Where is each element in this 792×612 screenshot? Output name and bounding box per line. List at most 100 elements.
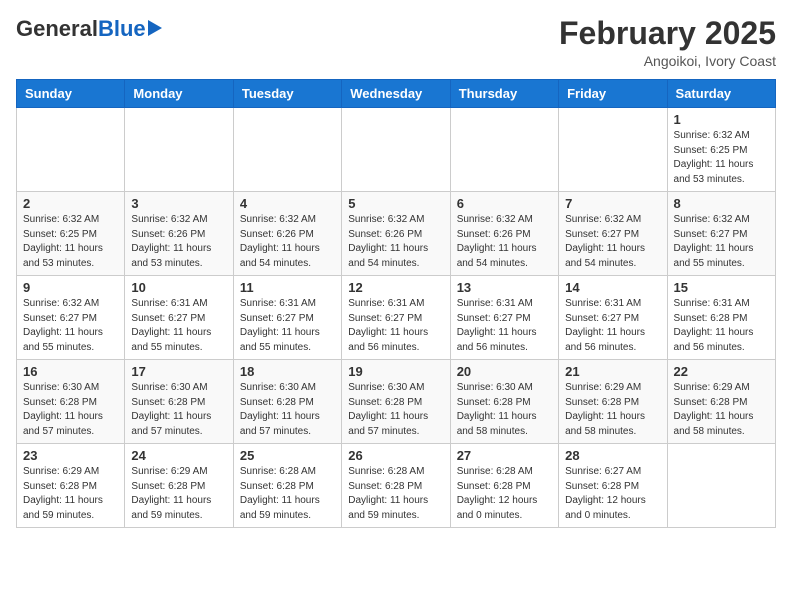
weekday-header-wednesday: Wednesday: [342, 80, 450, 108]
day-number: 17: [131, 364, 226, 379]
weekday-header-friday: Friday: [559, 80, 667, 108]
calendar-cell: [667, 444, 775, 528]
day-info-text: Sunrise: 6:27 AM Sunset: 6:28 PM Dayligh…: [565, 465, 660, 523]
day-info-text: Sunrise: 6:32 AM Sunset: 6:26 PM Dayligh…: [348, 213, 443, 271]
weekday-header-sunday: Sunday: [17, 80, 125, 108]
calendar-cell: 11Sunrise: 6:31 AM Sunset: 6:27 PM Dayli…: [233, 276, 341, 360]
weekday-header-saturday: Saturday: [667, 80, 775, 108]
day-number: 10: [131, 280, 226, 295]
calendar-cell: 22Sunrise: 6:29 AM Sunset: 6:28 PM Dayli…: [667, 360, 775, 444]
day-number: 20: [457, 364, 552, 379]
calendar-cell: 2 Sunrise: 6:32 AM Sunset: 6:25 PM Daylig…: [17, 192, 125, 276]
day-info-text: Sunrise: 6:31 AM Sunset: 6:28 PM Dayligh…: [674, 297, 769, 355]
day-info-text: Sunrise: 6:30 AM Sunset: 6:28 PM Dayligh…: [348, 381, 443, 439]
day-number: 18: [240, 364, 335, 379]
day-info-text: Sunrise: 6:32 AM Sunset: 6:26 PM Dayligh…: [240, 213, 335, 271]
calendar-cell: 27Sunrise: 6:28 AM Sunset: 6:28 PM Dayli…: [450, 444, 558, 528]
day-number: 24: [131, 448, 226, 463]
day-number: 12: [348, 280, 443, 295]
calendar-cell: 12 Sunrise: 6:31 AM Sunset: 6:27 PM Dayli…: [342, 276, 450, 360]
day-number: 5: [348, 196, 443, 211]
day-number: 6: [457, 196, 552, 211]
day-info-text: Sunrise: 6:29 AM Sunset: 6:28 PM Dayligh…: [565, 381, 660, 439]
day-info-text: Sunrise: 6:31 AM Sunset: 6:27 PM Dayligh…: [457, 297, 552, 355]
calendar-cell: 25Sunrise: 6:28 AM Sunset: 6:28 PM Dayli…: [233, 444, 341, 528]
weekday-header-tuesday: Tuesday: [233, 80, 341, 108]
weekday-header-row: SundayMondayTuesdayWednesdayThursdayFrid…: [17, 80, 776, 108]
calendar-cell: [559, 108, 667, 192]
weekday-header-monday: Monday: [125, 80, 233, 108]
calendar-cell: 3 Sunrise: 6:32 AM Sunset: 6:26 PM Daylig…: [125, 192, 233, 276]
day-info-text: Sunrise: 6:32 AM Sunset: 6:26 PM Dayligh…: [131, 213, 226, 271]
day-info-text: Sunrise: 6:32 AM Sunset: 6:26 PM Dayligh…: [457, 213, 552, 271]
day-number: 19: [348, 364, 443, 379]
day-info-text: Sunrise: 6:29 AM Sunset: 6:28 PM Dayligh…: [23, 465, 118, 523]
day-info-text: Sunrise: 6:30 AM Sunset: 6:28 PM Dayligh…: [240, 381, 335, 439]
day-number: 9: [23, 280, 118, 295]
day-info-text: Sunrise: 6:30 AM Sunset: 6:28 PM Dayligh…: [23, 381, 118, 439]
day-number: 13: [457, 280, 552, 295]
day-info-text: Sunrise: 6:32 AM Sunset: 6:27 PM Dayligh…: [565, 213, 660, 271]
day-number: 1: [674, 112, 769, 127]
day-info-text: Sunrise: 6:28 AM Sunset: 6:28 PM Dayligh…: [457, 465, 552, 523]
calendar-cell: 23 Sunrise: 6:29 AM Sunset: 6:28 PM Dayli…: [17, 444, 125, 528]
day-number: 26: [348, 448, 443, 463]
month-title: February 2025: [559, 16, 776, 51]
week-row-1: 2 Sunrise: 6:32 AM Sunset: 6:25 PM Daylig…: [17, 192, 776, 276]
calendar-cell: 15 Sunrise: 6:31 AM Sunset: 6:28 PM Dayli…: [667, 276, 775, 360]
day-number: 3: [131, 196, 226, 211]
day-number: 22: [674, 364, 769, 379]
calendar-cell: [342, 108, 450, 192]
calendar-cell: 5 Sunrise: 6:32 AM Sunset: 6:26 PM Daylig…: [342, 192, 450, 276]
day-number: 15: [674, 280, 769, 295]
day-number: 8: [674, 196, 769, 211]
calendar-cell: [17, 108, 125, 192]
day-info-text: Sunrise: 6:31 AM Sunset: 6:27 PM Dayligh…: [131, 297, 226, 355]
calendar-cell: 17Sunrise: 6:30 AM Sunset: 6:28 PM Dayli…: [125, 360, 233, 444]
day-number: 23: [23, 448, 118, 463]
week-row-3: 16 Sunrise: 6:30 AM Sunset: 6:28 PM Dayli…: [17, 360, 776, 444]
calendar-cell: 18 Sunrise: 6:30 AM Sunset: 6:28 PM Dayli…: [233, 360, 341, 444]
day-info-text: Sunrise: 6:32 AM Sunset: 6:27 PM Dayligh…: [674, 213, 769, 271]
day-info-text: Sunrise: 6:31 AM Sunset: 6:27 PM Dayligh…: [348, 297, 443, 355]
calendar-table: SundayMondayTuesdayWednesdayThursdayFrid…: [16, 79, 776, 528]
calendar-cell: 14Sunrise: 6:31 AM Sunset: 6:27 PM Dayli…: [559, 276, 667, 360]
location-label: Angoikoi, Ivory Coast: [559, 53, 776, 69]
week-row-0: 1 Sunrise: 6:32 AM Sunset: 6:25 PM Daylig…: [17, 108, 776, 192]
calendar-cell: [233, 108, 341, 192]
calendar-cell: 16 Sunrise: 6:30 AM Sunset: 6:28 PM Dayli…: [17, 360, 125, 444]
calendar-cell: 9 Sunrise: 6:32 AM Sunset: 6:27 PM Daylig…: [17, 276, 125, 360]
day-info-text: Sunrise: 6:32 AM Sunset: 6:25 PM Dayligh…: [23, 213, 118, 271]
day-info-text: Sunrise: 6:28 AM Sunset: 6:28 PM Dayligh…: [240, 465, 335, 523]
logo-general-text: General: [16, 16, 98, 42]
day-number: 28: [565, 448, 660, 463]
day-number: 16: [23, 364, 118, 379]
day-number: 4: [240, 196, 335, 211]
week-row-2: 9 Sunrise: 6:32 AM Sunset: 6:27 PM Daylig…: [17, 276, 776, 360]
calendar-cell: 1 Sunrise: 6:32 AM Sunset: 6:25 PM Daylig…: [667, 108, 775, 192]
day-info-text: Sunrise: 6:32 AM Sunset: 6:27 PM Dayligh…: [23, 297, 118, 355]
calendar-cell: 13 Sunrise: 6:31 AM Sunset: 6:27 PM Dayli…: [450, 276, 558, 360]
day-number: 14: [565, 280, 660, 295]
calendar-cell: [125, 108, 233, 192]
day-number: 7: [565, 196, 660, 211]
day-info-text: Sunrise: 6:32 AM Sunset: 6:25 PM Dayligh…: [674, 129, 769, 187]
calendar-cell: 6 Sunrise: 6:32 AM Sunset: 6:26 PM Daylig…: [450, 192, 558, 276]
calendar-cell: 28 Sunrise: 6:27 AM Sunset: 6:28 PM Dayli…: [559, 444, 667, 528]
calendar-cell: 10 Sunrise: 6:31 AM Sunset: 6:27 PM Dayli…: [125, 276, 233, 360]
week-row-4: 23 Sunrise: 6:29 AM Sunset: 6:28 PM Dayli…: [17, 444, 776, 528]
calendar-cell: 7 Sunrise: 6:32 AM Sunset: 6:27 PM Daylig…: [559, 192, 667, 276]
title-block: February 2025 Angoikoi, Ivory Coast: [559, 16, 776, 69]
logo-blue-text: Blue: [98, 16, 146, 42]
weekday-header-thursday: Thursday: [450, 80, 558, 108]
logo-arrow-icon: [148, 20, 162, 36]
day-number: 21: [565, 364, 660, 379]
calendar-cell: 4 Sunrise: 6:32 AM Sunset: 6:26 PM Daylig…: [233, 192, 341, 276]
calendar-cell: [450, 108, 558, 192]
calendar-cell: 20 Sunrise: 6:30 AM Sunset: 6:28 PM Dayli…: [450, 360, 558, 444]
calendar-cell: 24 Sunrise: 6:29 AM Sunset: 6:28 PM Dayli…: [125, 444, 233, 528]
day-number: 2: [23, 196, 118, 211]
day-info-text: Sunrise: 6:29 AM Sunset: 6:28 PM Dayligh…: [131, 465, 226, 523]
day-info-text: Sunrise: 6:30 AM Sunset: 6:28 PM Dayligh…: [457, 381, 552, 439]
calendar-cell: 26Sunrise: 6:28 AM Sunset: 6:28 PM Dayli…: [342, 444, 450, 528]
